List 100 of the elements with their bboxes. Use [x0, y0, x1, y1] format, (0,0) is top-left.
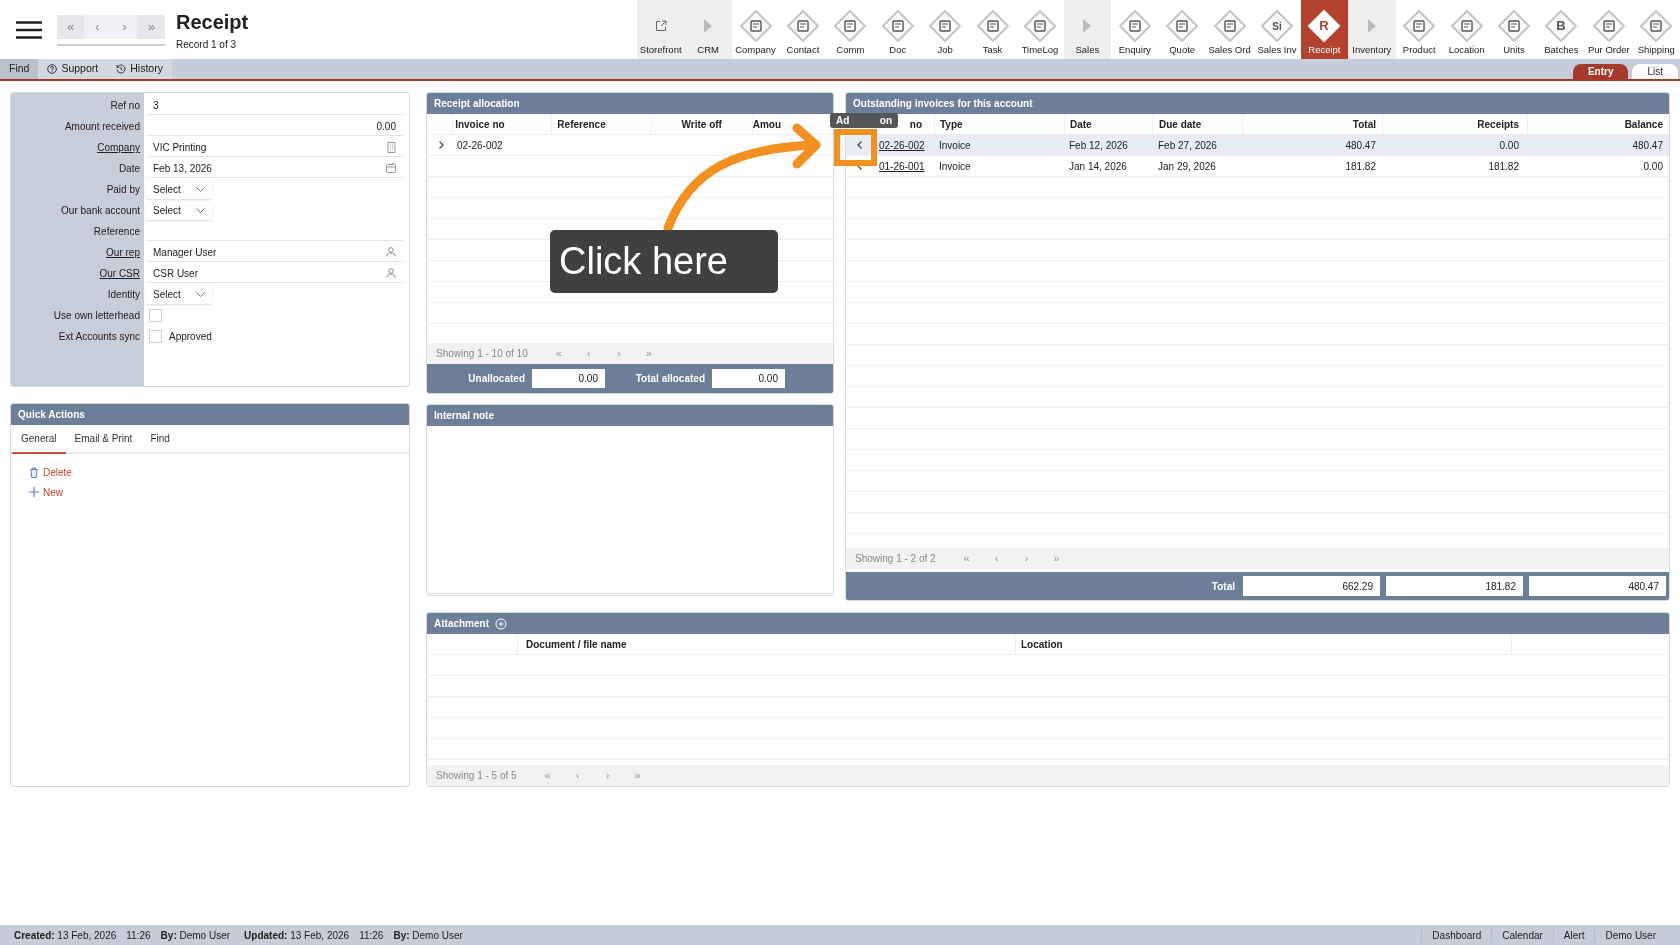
input-field[interactable]: VIC Printing — [146, 138, 403, 157]
column-header: Location — [1021, 637, 1063, 652]
toolbar-link[interactable]: Find — [0, 59, 39, 79]
menu-icon[interactable] — [15, 20, 42, 39]
field-label: Ref no — [110, 99, 140, 113]
column-header: Total — [1352, 117, 1376, 132]
status-link[interactable]: Dashboard — [1421, 927, 1492, 943]
calendar-icon — [386, 163, 396, 173]
field-link[interactable]: Our CSR — [99, 266, 140, 281]
delete-link[interactable]: Delete — [29, 464, 409, 480]
diamond-icon — [1403, 10, 1436, 42]
input-field[interactable]: Feb 13, 2026 — [146, 159, 403, 178]
input-field[interactable]: 0.00 — [712, 369, 785, 388]
table-cell-text: 02-26-002 — [456, 138, 504, 153]
diamond-icon — [786, 10, 819, 42]
table-row[interactable]: 02-26-002 Invoice Feb 12, 2026 Feb 27, 2026 480.47 0.00 480.47 — [846, 135, 1669, 156]
field-link[interactable]: Company — [97, 140, 140, 155]
diamond-icon — [1592, 10, 1625, 42]
field-label: Our bank account — [61, 204, 140, 218]
status-text: Updated: 13 Feb, 2026 — [244, 928, 350, 943]
help-icon — [47, 64, 58, 74]
column-header: Balance — [1624, 117, 1663, 132]
status-link[interactable]: Calendar — [1491, 927, 1553, 943]
history-icon — [116, 64, 127, 74]
checkbox[interactable] — [149, 309, 162, 322]
panel-title: Internal note — [434, 409, 494, 423]
checkbox[interactable] — [149, 330, 162, 343]
input-field[interactable]: 0.00 — [532, 369, 605, 388]
input-field[interactable]: 3 — [146, 96, 403, 115]
toolbar-button[interactable]: Storefront — [637, 0, 685, 59]
new-link[interactable]: New — [29, 484, 409, 500]
callout: Click here — [550, 230, 778, 293]
diamond-icon — [1213, 10, 1246, 42]
person-icon — [386, 268, 396, 278]
dropdown[interactable]: Select — [146, 180, 212, 199]
field-label: Reference — [93, 225, 140, 239]
total-label: Total allocated — [634, 372, 706, 386]
panel-title: Receipt allocation — [434, 97, 520, 111]
view-tab[interactable]: List — [1632, 64, 1678, 79]
column-header: no — [909, 117, 922, 132]
caret-icon — [704, 19, 713, 33]
table-cell-text: 0.00 — [1642, 159, 1664, 174]
panel-title: Outstanding invoices for this account — [853, 97, 1033, 111]
diamond-icon — [1640, 10, 1673, 42]
add-circle-icon[interactable] — [495, 617, 507, 630]
field-label: Paid by — [106, 183, 140, 197]
toolbar-button[interactable]: Sales — [1063, 0, 1112, 59]
tab[interactable]: Find — [141, 425, 179, 454]
toolbar-button[interactable]: Inventory — [1348, 0, 1396, 59]
column-header: Due date — [1159, 117, 1202, 132]
external-link-icon — [654, 20, 667, 32]
chevron-down-icon — [196, 208, 205, 213]
view-tab[interactable]: Entry — [1572, 64, 1629, 79]
column-header: Reference — [557, 117, 606, 132]
person-icon — [386, 247, 396, 257]
column-header: Invoice no — [455, 117, 505, 132]
tooltip-text: on — [879, 114, 892, 128]
table-cell-text: 181.82 — [1344, 159, 1377, 174]
expand-icon[interactable] — [438, 141, 444, 149]
input-field[interactable]: 0.00 — [146, 117, 403, 136]
input-field[interactable]: 181.82 — [1386, 576, 1523, 596]
chevron-down-icon — [196, 292, 205, 297]
invoice-link[interactable]: 01-26-001 — [872, 158, 934, 174]
caret-icon — [1083, 19, 1092, 33]
field-label: Use own letterhead — [53, 309, 140, 323]
column-header: Write off — [681, 117, 722, 132]
panel-title: Quick Actions — [18, 408, 85, 422]
input-field[interactable]: 662.29 — [1243, 576, 1380, 596]
table-cell-text: 480.47 — [1344, 138, 1377, 153]
status-text: By: Demo User — [160, 928, 231, 943]
tab[interactable]: Email & Print — [65, 425, 142, 454]
chevron-down-icon — [196, 187, 205, 192]
diamond-icon — [1166, 10, 1199, 42]
tooltip-text: Ad — [836, 114, 850, 128]
status-link[interactable]: Alert — [1552, 927, 1595, 943]
total-label: Unallocated — [467, 372, 526, 386]
input-field[interactable]: CSR User — [146, 264, 403, 283]
diamond-icon — [739, 10, 772, 42]
status-text: 11:26 — [126, 928, 151, 943]
invoice-link[interactable]: 02-26-002 — [872, 137, 934, 153]
field-link[interactable]: Our rep — [106, 245, 140, 260]
pager-text: Showing 1 - 2 of 2 — [855, 552, 936, 566]
toolbar-link[interactable]: Support — [38, 59, 108, 79]
dropdown[interactable]: Select — [146, 285, 212, 304]
pager-text: Showing 1 - 5 of 5 — [436, 769, 517, 783]
pager-text: Showing 1 - 10 of 10 — [436, 347, 528, 361]
table-cell-text: Feb 27, 2026 — [1157, 138, 1218, 153]
toolbar-link[interactable]: History — [107, 59, 172, 79]
allocate-icon[interactable] — [856, 141, 862, 149]
status-link[interactable]: Demo User — [1594, 927, 1666, 943]
trash-icon — [29, 466, 39, 478]
tab[interactable]: General — [12, 425, 66, 454]
diamond-icon — [1498, 10, 1530, 42]
toolbar-button[interactable]: R Receipt — [1300, 0, 1349, 59]
input-field[interactable]: 480.47 — [1529, 576, 1666, 596]
dropdown[interactable]: Select — [146, 201, 212, 220]
toolbar-button[interactable]: CRM — [684, 0, 732, 59]
input-field[interactable]: Manager User — [146, 243, 403, 262]
highlight-box — [834, 129, 877, 166]
column-header: Amou — [752, 117, 781, 132]
